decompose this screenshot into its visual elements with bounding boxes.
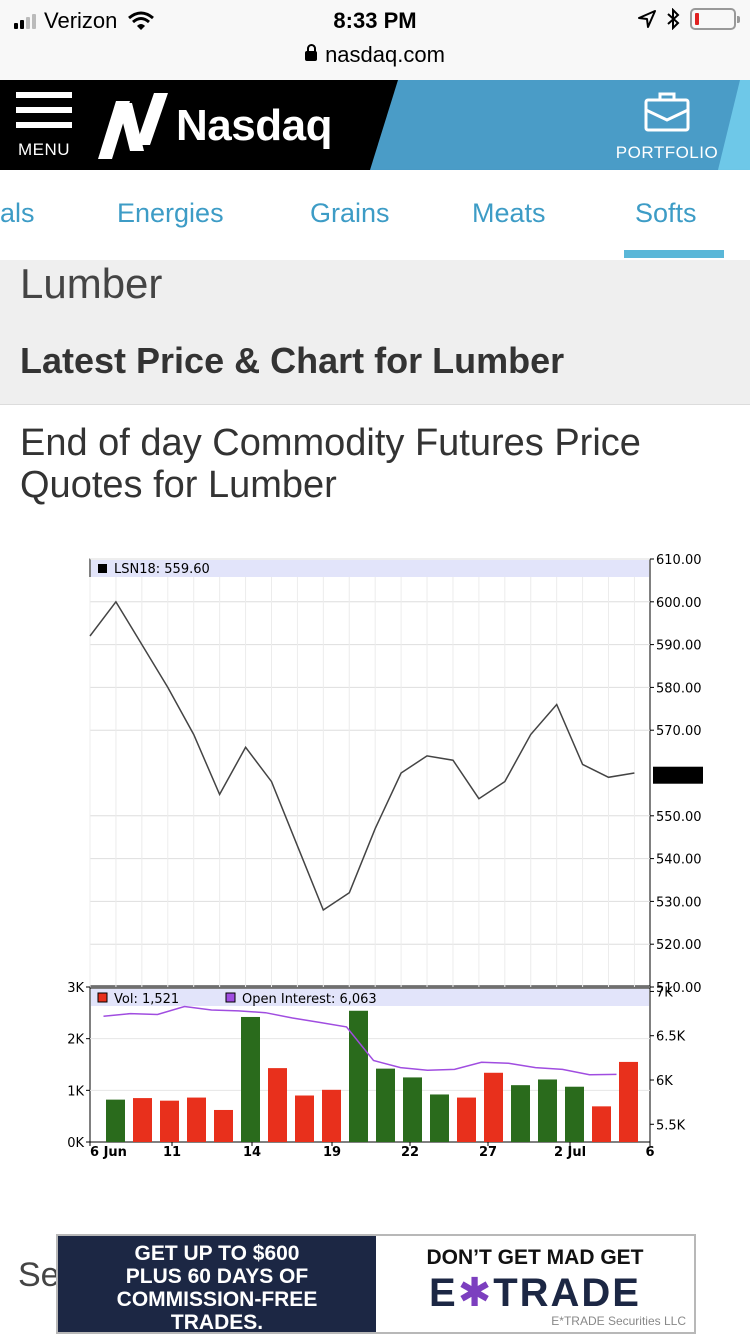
briefcase-icon <box>644 92 690 132</box>
volume-bar <box>106 1099 125 1142</box>
tab-grains[interactable]: Grains <box>310 198 390 229</box>
open-interest-legend-label: Open Interest: 6,063 <box>242 992 377 1007</box>
volume-y-tick-label: 2K <box>67 1033 84 1048</box>
etrade-star-icon: ✱ <box>457 1271 494 1315</box>
x-axis-tick-label: 6 <box>645 1145 654 1160</box>
ad-offer-line: PLUS 60 DAYS OF <box>125 1265 309 1288</box>
volume-bar <box>241 1016 260 1142</box>
price-legend-swatch <box>98 564 107 573</box>
portfolio-button[interactable]: PORTFOLIO <box>608 90 726 164</box>
volume-legend-label: Vol: 1,521 <box>114 992 179 1007</box>
volume-bar <box>160 1100 179 1142</box>
price-panel <box>89 558 651 988</box>
ad-headline: DON’T GET MAD GET <box>426 1246 644 1269</box>
open-interest-y-tick-label: 5.5K <box>656 1118 686 1133</box>
volume-bar <box>295 1095 314 1142</box>
volume-bar <box>322 1089 341 1142</box>
price-y-tick-label: 540.00 <box>656 853 702 868</box>
x-axis-tick-label: 11 <box>163 1145 181 1160</box>
tab-meats[interactable]: Meats <box>472 198 546 229</box>
chart-svg: 610.00 600.00 590.00 580.00 570.00 550.00 540.… <box>67 553 703 1160</box>
volume-bar <box>187 1097 206 1142</box>
etrade-logo-e: E <box>429 1271 458 1315</box>
volume-bar <box>457 1097 476 1142</box>
tab-metals[interactable]: als <box>0 198 35 229</box>
volume-bar <box>403 1077 422 1142</box>
volume-bar <box>376 1068 395 1142</box>
nasdaq-logo-icon <box>98 93 168 159</box>
title-section: Lumber Latest Price & Chart for Lumber <box>0 260 750 405</box>
menu-label: MENU <box>18 140 71 159</box>
x-axis-tick-label: 27 <box>479 1145 497 1160</box>
ad-offer-line: GET UP TO $600 <box>134 1242 300 1265</box>
etrade-logo-trade: TRADE <box>493 1271 641 1315</box>
lock-icon <box>305 44 318 61</box>
price-y-tick-label: 590.00 <box>656 639 702 654</box>
chart-description: End of day Commodity Futures Price Quote… <box>20 422 641 506</box>
volume-y-tick-label: 3K <box>67 981 84 996</box>
x-axis-tick-label: 6 Jun <box>90 1145 127 1160</box>
ad-offer-line: TRADES. <box>170 1311 264 1334</box>
x-axis-tick-label: 2 Jul <box>554 1145 586 1160</box>
menu-button[interactable]: MENU <box>16 92 76 162</box>
open-interest-legend-swatch <box>225 992 236 1003</box>
last-price-label: 559.60 <box>656 769 702 784</box>
price-y-tick-label: 520.00 <box>656 938 702 953</box>
battery-icon <box>690 8 740 30</box>
ad-brand-panel: DON’T GET MAD GET E✱TRADE E*TRADE Securi… <box>376 1236 694 1332</box>
partial-section-heading: Se <box>18 1256 60 1294</box>
volume-bar <box>484 1072 503 1142</box>
volume-y-tick-label: 1K <box>67 1084 84 1099</box>
volume-bar <box>133 1098 152 1142</box>
portfolio-label: PORTFOLIO <box>615 143 719 162</box>
hamburger-icon <box>16 92 76 128</box>
page-title: Lumber <box>20 260 163 307</box>
volume-bar <box>592 1106 611 1142</box>
price-y-tick-label: 610.00 <box>656 553 702 568</box>
price-y-tick-label: 570.00 <box>656 724 702 739</box>
etrade-logo: E✱TRADE <box>376 1270 694 1316</box>
address-bar[interactable]: nasdaq.com <box>0 40 750 80</box>
volume-bar <box>430 1094 449 1142</box>
price-y-tick-label: 600.00 <box>656 596 702 611</box>
x-axis-tick-label: 14 <box>243 1145 261 1160</box>
price-y-tick-label: 530.00 <box>656 895 702 910</box>
ad-offer: GET UP TO $600 PLUS 60 DAYS OF COMMISSIO… <box>58 1236 376 1334</box>
price-y-tick-label: 580.00 <box>656 681 702 696</box>
etrade-ad-banner[interactable]: GET UP TO $600 PLUS 60 DAYS OF COMMISSIO… <box>56 1234 696 1334</box>
volume-bar <box>268 1068 287 1142</box>
tab-softs[interactable]: Softs <box>635 198 697 229</box>
x-axis-tick-label: 22 <box>401 1145 419 1160</box>
x-axis-tick-label: 19 <box>323 1145 341 1160</box>
logo-wordmark: Nasdaq <box>176 101 332 150</box>
open-interest-y-tick-label: 7K <box>656 985 673 1000</box>
volume-y-tick-label: 0K <box>67 1136 84 1151</box>
price-y-tick-label: 550.00 <box>656 810 702 825</box>
volume-legend-swatch <box>97 992 108 1003</box>
status-bar: Verizon 8:33 PM <box>0 0 750 40</box>
section-heading: Latest Price & Chart for Lumber <box>20 340 565 381</box>
location-arrow-icon <box>638 10 656 28</box>
price-chart: 610.00 600.00 590.00 580.00 570.00 550.00 540.… <box>60 545 730 1175</box>
volume-bar <box>349 1010 368 1142</box>
nasdaq-logo[interactable]: Nasdaq <box>92 90 332 162</box>
price-legend-label: LSN18: 559.60 <box>114 562 210 577</box>
tab-energies[interactable]: Energies <box>117 198 224 229</box>
active-tab-indicator <box>624 250 724 258</box>
volume-bar <box>538 1079 557 1142</box>
volume-bar <box>619 1061 638 1142</box>
volume-bar <box>214 1109 233 1142</box>
bluetooth-icon <box>667 8 680 30</box>
status-icons <box>638 8 740 30</box>
url-text: nasdaq.com <box>325 42 445 67</box>
commodity-tabs: als Energies Grains Meats Softs <box>0 170 750 260</box>
ad-disclaimer: E*TRADE Securities LLC <box>551 1314 686 1328</box>
open-interest-y-tick-label: 6K <box>656 1074 673 1089</box>
open-interest-y-tick-label: 6.5K <box>656 1030 686 1045</box>
site-header: MENU Nasdaq PORTFOLIO <box>0 80 750 170</box>
ad-offer-line: COMMISSION-FREE <box>116 1288 318 1311</box>
volume-bar <box>565 1086 584 1142</box>
volume-bar <box>511 1085 530 1142</box>
